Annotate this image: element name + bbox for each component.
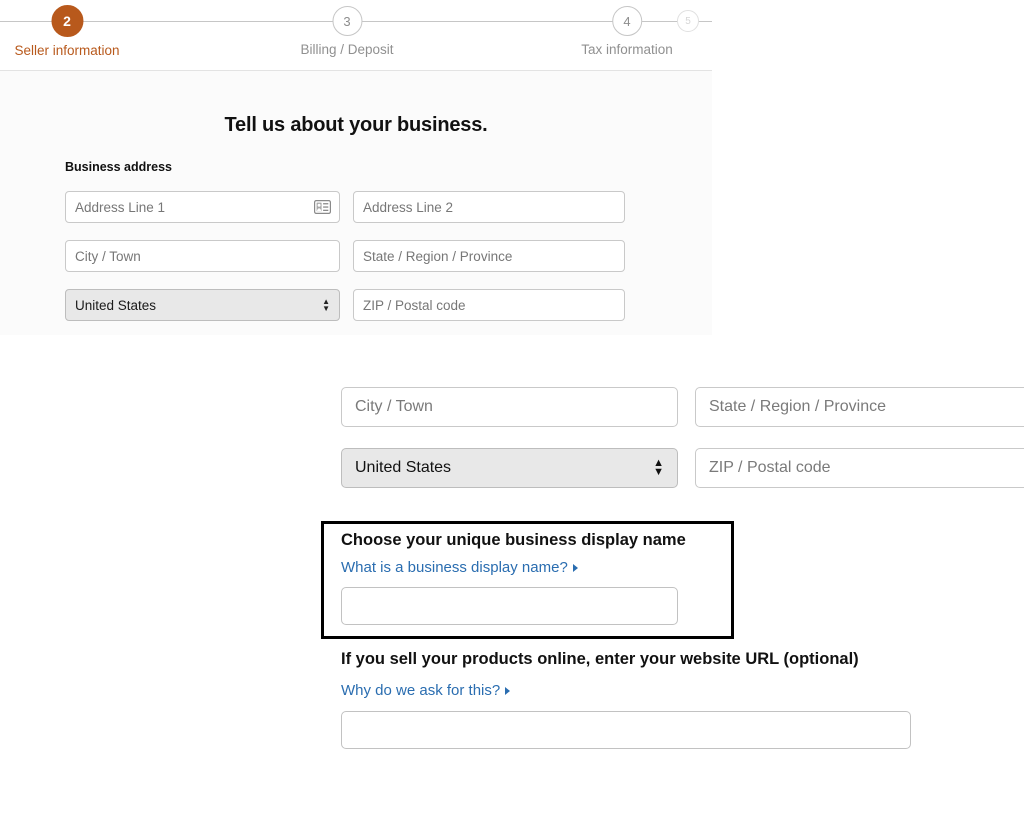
step-2-circle: 2 [51, 5, 83, 37]
state-field[interactable]: State / Region / Province [695, 387, 1024, 427]
zip-placeholder: ZIP / Postal code [709, 459, 831, 477]
city-field[interactable]: City / Town [341, 387, 678, 427]
step-2-label: Seller information [14, 43, 119, 58]
business-address-section-label: Business address [65, 160, 172, 174]
zip-placeholder-small: ZIP / Postal code [363, 298, 466, 313]
country-select-small[interactable]: United States ▲▼ [65, 289, 340, 321]
zip-field-small[interactable]: ZIP / Postal code [353, 289, 625, 321]
chevron-updown-icon-small[interactable]: ▲▼ [322, 298, 330, 312]
website-help-label: Why do we ask for this? [341, 682, 500, 699]
progress-stepper: 2 Seller information 3 Billing / Deposit… [0, 0, 712, 70]
display-name-title: Choose your unique business display name [341, 531, 686, 550]
country-selected-value: United States [355, 459, 451, 477]
sidebar-item-billing-deposit[interactable]: 3 Billing / Deposit [300, 0, 393, 57]
page-title: Tell us about your business. [0, 114, 712, 137]
step-4-label: Tax information [581, 42, 673, 57]
business-display-name-input[interactable] [341, 587, 678, 625]
state-placeholder-small: State / Region / Province [363, 249, 512, 264]
website-url-input[interactable] [341, 711, 911, 749]
step-3-label: Billing / Deposit [300, 42, 393, 57]
address-line-2-placeholder: Address Line 2 [363, 200, 453, 215]
country-select[interactable]: United States ▲▼ [341, 448, 678, 488]
step-4-circle: 4 [612, 6, 642, 36]
city-placeholder-small: City / Town [75, 249, 141, 264]
city-field-small[interactable]: City / Town [65, 240, 340, 272]
step-5-circle: 5 [677, 10, 699, 32]
state-field-small[interactable]: State / Region / Province [353, 240, 625, 272]
sidebar-item-step-5[interactable]: 5 [677, 0, 699, 32]
chevron-updown-icon[interactable]: ▲▼ [653, 459, 664, 477]
website-url-title: If you sell your products online, enter … [341, 650, 859, 669]
address-line-1-field[interactable]: Address Line 1 [65, 191, 340, 223]
step-3-circle: 3 [332, 6, 362, 36]
chevron-right-icon [573, 564, 578, 572]
signup-business-info-page: 2 Seller information 3 Billing / Deposit… [0, 0, 1024, 819]
contact-card-icon[interactable] [314, 200, 331, 214]
city-placeholder: City / Town [355, 398, 433, 416]
chevron-right-icon [505, 687, 510, 695]
what-is-business-display-name-link[interactable]: What is a business display name? [341, 559, 578, 576]
header-divider [0, 70, 712, 71]
state-placeholder: State / Region / Province [709, 398, 886, 416]
address-line-1-placeholder: Address Line 1 [75, 200, 165, 215]
country-selected-value-small: United States [75, 298, 156, 313]
address-line-2-field[interactable]: Address Line 2 [353, 191, 625, 223]
sidebar-item-tax-information[interactable]: 4 Tax information [581, 0, 673, 57]
sidebar-item-seller-information[interactable]: 2 Seller information [14, 0, 119, 58]
why-do-we-ask-link[interactable]: Why do we ask for this? [341, 682, 510, 699]
display-name-help-label: What is a business display name? [341, 559, 568, 576]
zip-field[interactable]: ZIP / Postal code [695, 448, 1024, 488]
